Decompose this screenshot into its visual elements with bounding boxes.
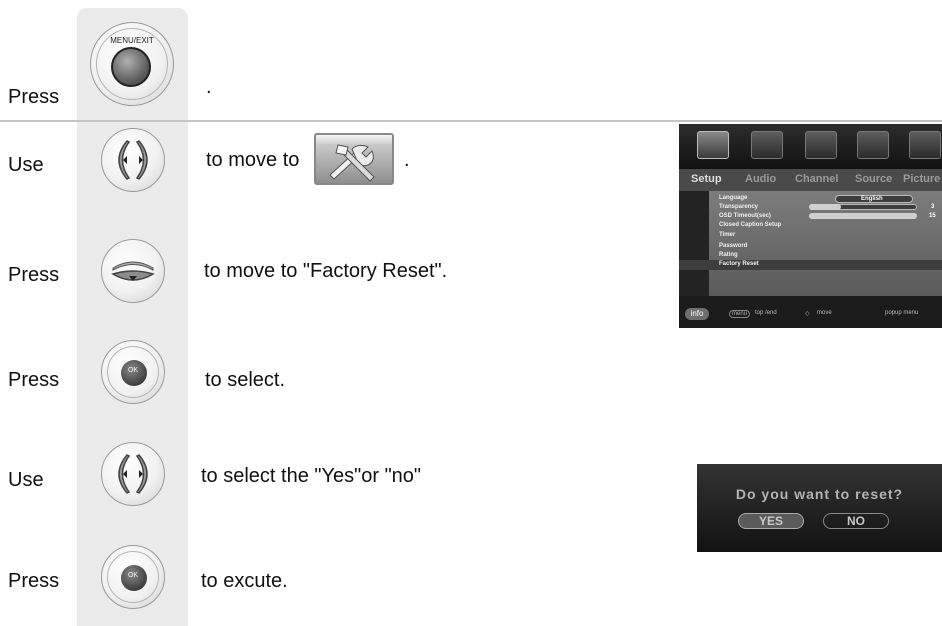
tv-osd-timeout-level (809, 213, 917, 219)
tv-tab-audio[interactable]: Audio (745, 173, 776, 185)
menu-exit-button[interactable]: MENU/EXIT (90, 22, 174, 106)
tv-language-value: English (861, 196, 883, 202)
step-3-action: Press (8, 264, 60, 286)
picture-icon (909, 131, 941, 159)
section-divider (0, 120, 942, 122)
left-right-button-2[interactable] (101, 442, 165, 506)
step-6-text: to excute. (201, 570, 288, 592)
ok-label: OK (127, 367, 139, 374)
tv-item-closed-caption[interactable]: Closed Caption Setup (719, 222, 781, 228)
ok-label: OK (127, 572, 139, 579)
tv-setup-panel: Language English Transparency 3 OSD Time… (679, 191, 942, 296)
down-button[interactable] (101, 239, 165, 303)
step-2-text: to move to (206, 149, 300, 171)
footer-hint-top-end: top /end (755, 310, 777, 316)
tv-item-timer[interactable]: Timer (719, 232, 735, 238)
left-right-arrows-icon (118, 140, 148, 180)
step-5-action: Use (8, 469, 44, 491)
step-4-text: to select. (205, 369, 286, 391)
audio-icon (751, 131, 783, 159)
move-arrows-icon: ◇ (805, 311, 810, 317)
source-icon (857, 131, 889, 159)
reset-question: Do you want to reset? (735, 486, 904, 502)
step-4-action: Press (8, 369, 60, 391)
tv-tab-channel[interactable]: Channel (795, 173, 838, 185)
ok-button[interactable]: OK (101, 340, 165, 404)
menu-key-icon: menu (729, 310, 751, 318)
step-5-text: to select the "Yes"or "no" (201, 465, 422, 487)
footer-hint-popup: popup menu (885, 310, 919, 316)
step-2-suffix: . (404, 149, 410, 171)
menu-exit-knob (111, 47, 151, 87)
step-1-text: . (206, 76, 212, 98)
tv-item-rating[interactable]: Rating (719, 252, 738, 258)
left-right-arrows-icon (118, 454, 148, 494)
tv-item-language[interactable]: Language (719, 195, 747, 201)
tv-tab-source[interactable]: Source (855, 173, 892, 185)
left-right-button[interactable] (101, 128, 165, 192)
step-1-action: Press (8, 86, 60, 108)
step-2-action: Use (8, 154, 44, 176)
tv-tab-bar: Setup Audio Channel Source Picture (679, 169, 942, 191)
tv-tab-picture[interactable]: Picture (903, 173, 940, 185)
reset-dialog-screenshot: Do you want to reset? YES NO (697, 464, 942, 552)
yes-button[interactable]: YES (738, 513, 804, 529)
channel-icon (805, 131, 837, 159)
tv-item-transparency[interactable]: Transparency (719, 204, 758, 210)
tv-item-factory-reset[interactable]: Factory Reset (719, 261, 759, 267)
step-6-action: Press (8, 570, 60, 592)
tv-icon-bar (679, 124, 942, 169)
info-icon: info (685, 308, 709, 320)
footer-hint-move: move (817, 310, 832, 316)
step-3-text: to move to "Factory Reset". (204, 260, 448, 282)
tv-tab-setup[interactable]: Setup (691, 173, 722, 185)
tv-item-password[interactable]: Password (719, 243, 747, 249)
menu-exit-label: MENU/EXIT (110, 36, 154, 45)
setup-tools-icon (697, 131, 729, 159)
no-button[interactable]: NO (823, 513, 889, 529)
ok-button-2[interactable]: OK (101, 545, 165, 609)
tv-transparency-level (809, 204, 841, 210)
tv-footer: info menu top /end ◇ move popup menu (679, 296, 942, 328)
tv-setup-menu-screenshot: Setup Audio Channel Source Picture Langu… (679, 124, 942, 328)
tv-item-osd-timeout[interactable]: OSD Timeout(sec) (719, 213, 771, 219)
down-arrow-icon (111, 261, 155, 281)
setup-tools-icon (314, 133, 394, 185)
